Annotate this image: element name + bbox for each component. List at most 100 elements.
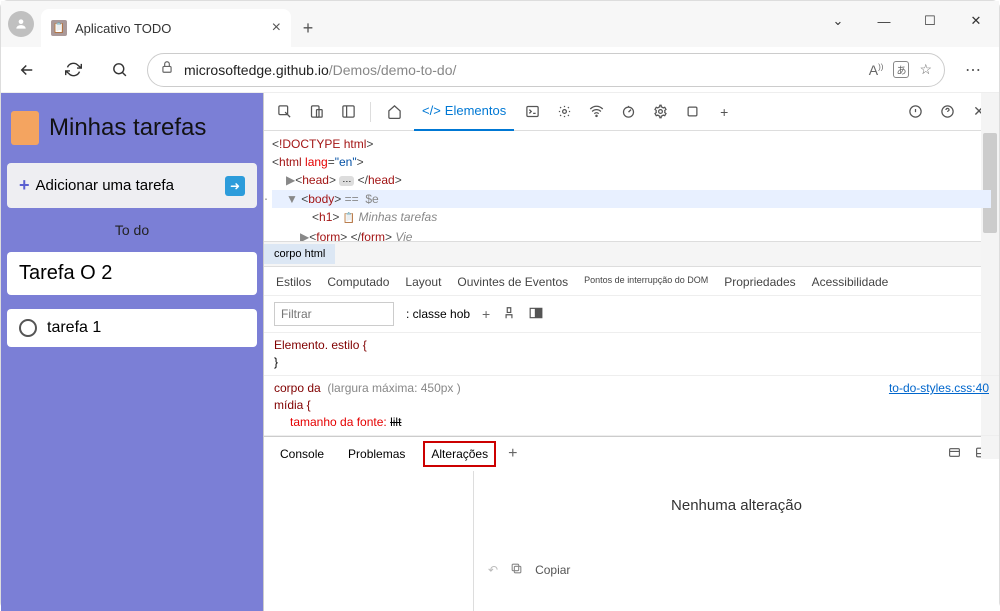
devtools-panel: </> Elementos + ✕ <!DOCTYPE html> <html …: [263, 93, 999, 611]
breadcrumb-item[interactable]: corpo html: [264, 244, 335, 264]
read-aloud-icon[interactable]: A)): [869, 62, 884, 78]
rule-selector: corpo da: [274, 381, 321, 395]
selected-marker-icon: ⋯: [264, 190, 268, 208]
network-tab-icon[interactable]: [582, 98, 610, 126]
copy-label[interactable]: Copiar: [535, 563, 570, 577]
tab-layout[interactable]: Layout: [405, 275, 441, 289]
styles-pane-tabs: Estilos Computado Layout Ouvintes de Eve…: [264, 267, 999, 296]
tab-event-listeners[interactable]: Ouvintes de Eventos: [457, 275, 568, 289]
device-toggle-icon[interactable]: [302, 98, 330, 126]
panel-toggle-icon[interactable]: [334, 98, 362, 126]
tab-styles[interactable]: Estilos: [276, 275, 311, 289]
profile-avatar-icon: [8, 11, 34, 37]
expand-drawer-icon[interactable]: [947, 446, 962, 462]
plus-icon: +: [19, 175, 30, 196]
settings-icon[interactable]: [933, 98, 961, 126]
favorite-icon[interactable]: ☆: [919, 61, 932, 78]
media-query-label: (largura máxima: 450px ): [327, 381, 460, 395]
minimize-button[interactable]: —: [861, 1, 907, 41]
welcome-tab[interactable]: [379, 93, 410, 131]
app-title: Minhas tarefas: [49, 114, 206, 142]
elements-tab-label: Elementos: [445, 103, 506, 118]
back-button[interactable]: [9, 52, 45, 88]
style-rule[interactable]: Elemento. estilo { }: [264, 333, 999, 376]
memory-tab-icon[interactable]: [678, 98, 706, 126]
browser-tab[interactable]: 📋 Aplicativo TODO ×: [41, 9, 291, 47]
window-titlebar: 📋 Aplicativo TODO × + ⌄ — ☐ ✕: [1, 1, 999, 47]
performance-tab-icon[interactable]: [614, 98, 642, 126]
url-text: microsoftedge.github.io/Demos/demo-to-do…: [184, 62, 859, 78]
maximize-button[interactable]: ☐: [907, 1, 953, 41]
css-value: lilt: [390, 415, 401, 429]
drawer-tab-console[interactable]: Console: [274, 443, 330, 465]
tab-favicon-icon: 📋: [51, 20, 67, 36]
sources-tab-icon[interactable]: [550, 98, 578, 126]
tab-properties[interactable]: Propriedades: [724, 275, 795, 289]
console-tab-icon[interactable]: [518, 98, 546, 126]
style-rule[interactable]: to-do-styles.css:40 corpo da (largura má…: [264, 376, 999, 436]
styles-filter-row: : classe hob +: [264, 296, 999, 333]
content-area: Minhas tarefas + Adicionar uma tarefa ➜ …: [1, 93, 999, 611]
settings-gear-icon[interactable]: [646, 98, 674, 126]
refresh-button[interactable]: [55, 52, 91, 88]
undo-icon[interactable]: ↶: [488, 563, 498, 577]
tab-dom-breakpoints[interactable]: Pontos de interrupção do DOM: [584, 275, 708, 289]
source-link[interactable]: to-do-styles.css:40: [889, 380, 989, 397]
devtools-drawer: Console Problemas Alterações + Nenhuma a…: [264, 436, 999, 611]
address-bar[interactable]: microsoftedge.github.io/Demos/demo-to-do…: [147, 53, 945, 87]
elements-tab[interactable]: </> Elementos: [414, 93, 514, 131]
drawer-tab-problems[interactable]: Problemas: [342, 443, 411, 465]
changes-content: Nenhuma alteração ↶ Copiar: [474, 471, 999, 611]
task-checkbox-icon[interactable]: [19, 319, 37, 337]
drawer-tabs: Console Problemas Alterações +: [264, 437, 999, 471]
copy-row: ↶ Copiar: [474, 554, 999, 586]
css-property: tamanho da fonte:: [290, 415, 387, 429]
task-item[interactable]: tarefa 1: [7, 309, 257, 347]
tab-accessibility[interactable]: Acessibilidade: [812, 275, 889, 289]
code-icon: </>: [422, 103, 441, 118]
more-tabs-icon[interactable]: +: [710, 98, 738, 126]
task-name: Tarefa O 2: [19, 262, 112, 285]
browser-toolbar: microsoftedge.github.io/Demos/demo-to-do…: [1, 47, 999, 93]
hov-toggle[interactable]: : classe hob: [406, 307, 470, 321]
close-tab-icon[interactable]: ×: [272, 19, 281, 37]
search-icon[interactable]: [101, 52, 137, 88]
breadcrumb[interactable]: corpo html: [264, 241, 999, 267]
translate-icon[interactable]: あ: [893, 61, 909, 78]
changes-file-list: [264, 471, 474, 611]
inspect-icon[interactable]: [270, 98, 298, 126]
lock-icon: [160, 60, 174, 79]
new-tab-button[interactable]: +: [291, 9, 325, 47]
todo-app: Minhas tarefas + Adicionar uma tarefa ➜ …: [1, 93, 263, 611]
devtools-toolbar: </> Elementos + ✕: [264, 93, 999, 131]
media-open: mídia {: [274, 397, 989, 414]
drawer-tab-changes[interactable]: Alterações: [423, 441, 496, 467]
drawer-more-icon[interactable]: +: [508, 445, 517, 463]
computed-toggle-icon[interactable]: [528, 306, 544, 323]
tab-title: Aplicativo TODO: [75, 21, 264, 36]
window-controls: ⌄ — ☐ ✕: [815, 1, 999, 41]
tab-computed[interactable]: Computado: [327, 275, 389, 289]
rule-close: }: [274, 354, 989, 371]
chevron-down-icon[interactable]: ⌄: [815, 1, 861, 41]
more-button[interactable]: ⋯: [955, 52, 991, 88]
add-task-label: Adicionar uma tarefa: [36, 177, 174, 194]
task-name: tarefa 1: [47, 319, 101, 337]
drawer-body: Nenhuma alteração ↶ Copiar: [264, 471, 999, 611]
new-rule-icon[interactable]: +: [482, 306, 490, 322]
task-item[interactable]: Tarefa O 2: [7, 252, 257, 295]
clipboard-icon: [11, 111, 39, 145]
add-task-button[interactable]: + Adicionar uma tarefa ➜: [7, 163, 257, 208]
rule-selector: Elemento. estilo {: [274, 337, 989, 354]
submit-arrow-icon[interactable]: ➜: [225, 176, 245, 196]
issues-icon[interactable]: [901, 98, 929, 126]
profile-button[interactable]: [1, 1, 41, 47]
app-header: Minhas tarefas: [7, 99, 257, 149]
section-label: To do: [7, 222, 257, 238]
dom-tree[interactable]: <!DOCTYPE html> <html lang="en"> ▶<head>…: [264, 131, 999, 241]
copy-icon[interactable]: [510, 562, 523, 578]
filter-input[interactable]: [274, 302, 394, 326]
no-changes-label: Nenhuma alteração: [671, 497, 802, 514]
close-window-button[interactable]: ✕: [953, 1, 999, 41]
brush-icon[interactable]: [502, 306, 516, 323]
